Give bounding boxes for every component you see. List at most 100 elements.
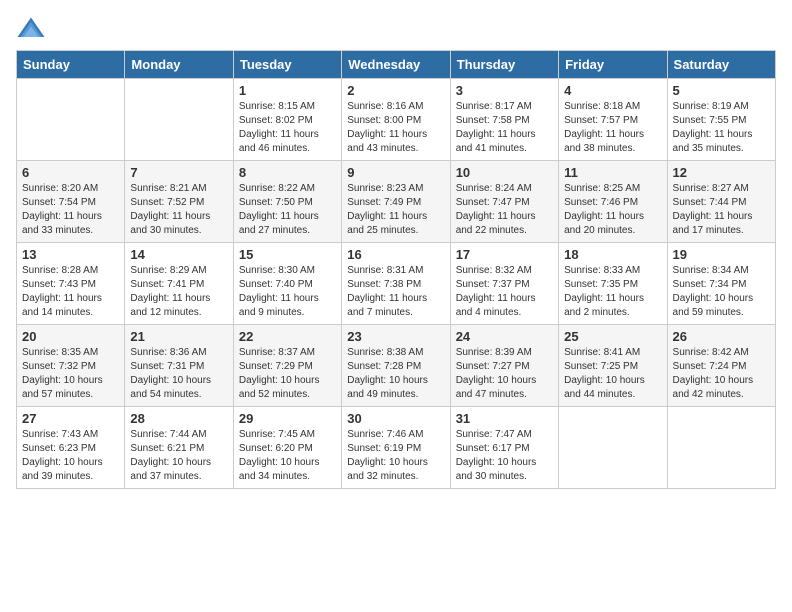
cell-info: Sunrise: 7:43 AM Sunset: 6:23 PM Dayligh…	[22, 428, 119, 484]
calendar-cell: 5 Sunrise: 8:19 AM Sunset: 7:55 PM Daylig…	[667, 79, 775, 161]
cell-info: Sunrise: 8:38 AM Sunset: 7:28 PM Dayligh…	[347, 346, 444, 402]
cell-info: Sunrise: 8:29 AM Sunset: 7:41 PM Dayligh…	[130, 264, 227, 320]
day-number: 2	[347, 83, 444, 98]
cell-info: Sunrise: 8:33 AM Sunset: 7:35 PM Dayligh…	[564, 264, 661, 320]
cell-info: Sunrise: 8:16 AM Sunset: 8:00 PM Dayligh…	[347, 100, 444, 156]
calendar-cell: 9 Sunrise: 8:23 AM Sunset: 7:49 PM Daylig…	[342, 161, 450, 243]
day-number: 11	[564, 165, 661, 180]
day-number: 22	[239, 329, 336, 344]
calendar-cell: 21 Sunrise: 8:36 AM Sunset: 7:31 PM Dayli…	[125, 325, 233, 407]
weekday-row: SundayMondayTuesdayWednesdayThursdayFrid…	[17, 51, 776, 79]
weekday-header-wednesday: Wednesday	[342, 51, 450, 79]
cell-info: Sunrise: 7:44 AM Sunset: 6:21 PM Dayligh…	[130, 428, 227, 484]
cell-info: Sunrise: 8:23 AM Sunset: 7:49 PM Dayligh…	[347, 182, 444, 238]
cell-info: Sunrise: 8:24 AM Sunset: 7:47 PM Dayligh…	[456, 182, 553, 238]
calendar-cell: 31 Sunrise: 7:47 AM Sunset: 6:17 PM Dayli…	[450, 407, 558, 489]
day-number: 15	[239, 247, 336, 262]
calendar-cell: 28 Sunrise: 7:44 AM Sunset: 6:21 PM Dayli…	[125, 407, 233, 489]
calendar-cell: 24Sunrise: 8:39 AM Sunset: 7:27 PM Dayli…	[450, 325, 558, 407]
day-number: 5	[673, 83, 770, 98]
week-row-3: 13 Sunrise: 8:28 AM Sunset: 7:43 PM Dayli…	[17, 243, 776, 325]
day-number: 26	[673, 329, 770, 344]
cell-info: Sunrise: 8:32 AM Sunset: 7:37 PM Dayligh…	[456, 264, 553, 320]
page-header	[16, 16, 776, 40]
calendar-cell: 4 Sunrise: 8:18 AM Sunset: 7:57 PM Daylig…	[559, 79, 667, 161]
calendar-cell: 19Sunrise: 8:34 AM Sunset: 7:34 PM Dayli…	[667, 243, 775, 325]
day-number: 13	[22, 247, 119, 262]
cell-info: Sunrise: 8:42 AM Sunset: 7:24 PM Dayligh…	[673, 346, 770, 402]
day-number: 7	[130, 165, 227, 180]
day-number: 30	[347, 411, 444, 426]
calendar-header: SundayMondayTuesdayWednesdayThursdayFrid…	[17, 51, 776, 79]
cell-info: Sunrise: 8:25 AM Sunset: 7:46 PM Dayligh…	[564, 182, 661, 238]
day-number: 4	[564, 83, 661, 98]
calendar-cell: 13 Sunrise: 8:28 AM Sunset: 7:43 PM Dayli…	[17, 243, 125, 325]
calendar-cell: 26 Sunrise: 8:42 AM Sunset: 7:24 PM Dayli…	[667, 325, 775, 407]
logo	[16, 16, 50, 40]
calendar-cell: 20Sunrise: 8:35 AM Sunset: 7:32 PM Dayli…	[17, 325, 125, 407]
calendar-cell: 14Sunrise: 8:29 AM Sunset: 7:41 PM Dayli…	[125, 243, 233, 325]
calendar-cell: 27 Sunrise: 7:43 AM Sunset: 6:23 PM Dayli…	[17, 407, 125, 489]
cell-info: Sunrise: 8:19 AM Sunset: 7:55 PM Dayligh…	[673, 100, 770, 156]
cell-info: Sunrise: 7:47 AM Sunset: 6:17 PM Dayligh…	[456, 428, 553, 484]
day-number: 29	[239, 411, 336, 426]
calendar-cell: 29 Sunrise: 7:45 AM Sunset: 6:20 PM Dayli…	[233, 407, 341, 489]
calendar-cell	[125, 79, 233, 161]
weekday-header-tuesday: Tuesday	[233, 51, 341, 79]
weekday-header-saturday: Saturday	[667, 51, 775, 79]
calendar-body: 1 Sunrise: 8:15 AM Sunset: 8:02 PM Daylig…	[17, 79, 776, 489]
cell-info: Sunrise: 7:45 AM Sunset: 6:20 PM Dayligh…	[239, 428, 336, 484]
day-number: 1	[239, 83, 336, 98]
calendar-cell: 2 Sunrise: 8:16 AM Sunset: 8:00 PM Daylig…	[342, 79, 450, 161]
week-row-5: 27 Sunrise: 7:43 AM Sunset: 6:23 PM Dayli…	[17, 407, 776, 489]
calendar-cell: 15Sunrise: 8:30 AM Sunset: 7:40 PM Dayli…	[233, 243, 341, 325]
calendar-cell: 7 Sunrise: 8:21 AM Sunset: 7:52 PM Daylig…	[125, 161, 233, 243]
cell-info: Sunrise: 8:41 AM Sunset: 7:25 PM Dayligh…	[564, 346, 661, 402]
day-number: 16	[347, 247, 444, 262]
cell-info: Sunrise: 8:17 AM Sunset: 7:58 PM Dayligh…	[456, 100, 553, 156]
day-number: 10	[456, 165, 553, 180]
cell-info: Sunrise: 8:36 AM Sunset: 7:31 PM Dayligh…	[130, 346, 227, 402]
calendar-cell: 30 Sunrise: 7:46 AM Sunset: 6:19 PM Dayli…	[342, 407, 450, 489]
day-number: 6	[22, 165, 119, 180]
cell-info: Sunrise: 8:18 AM Sunset: 7:57 PM Dayligh…	[564, 100, 661, 156]
day-number: 25	[564, 329, 661, 344]
week-row-4: 20Sunrise: 8:35 AM Sunset: 7:32 PM Dayli…	[17, 325, 776, 407]
logo-icon	[16, 16, 46, 40]
cell-info: Sunrise: 8:31 AM Sunset: 7:38 PM Dayligh…	[347, 264, 444, 320]
cell-info: Sunrise: 8:15 AM Sunset: 8:02 PM Dayligh…	[239, 100, 336, 156]
day-number: 21	[130, 329, 227, 344]
calendar-cell: 10 Sunrise: 8:24 AM Sunset: 7:47 PM Dayli…	[450, 161, 558, 243]
calendar-cell: 3Sunrise: 8:17 AM Sunset: 7:58 PM Daylig…	[450, 79, 558, 161]
cell-info: Sunrise: 8:34 AM Sunset: 7:34 PM Dayligh…	[673, 264, 770, 320]
day-number: 28	[130, 411, 227, 426]
weekday-header-sunday: Sunday	[17, 51, 125, 79]
week-row-1: 1 Sunrise: 8:15 AM Sunset: 8:02 PM Daylig…	[17, 79, 776, 161]
cell-info: Sunrise: 8:37 AM Sunset: 7:29 PM Dayligh…	[239, 346, 336, 402]
day-number: 18	[564, 247, 661, 262]
weekday-header-thursday: Thursday	[450, 51, 558, 79]
cell-info: Sunrise: 8:22 AM Sunset: 7:50 PM Dayligh…	[239, 182, 336, 238]
day-number: 9	[347, 165, 444, 180]
cell-info: Sunrise: 8:21 AM Sunset: 7:52 PM Dayligh…	[130, 182, 227, 238]
calendar-cell	[559, 407, 667, 489]
calendar-cell: 22 Sunrise: 8:37 AM Sunset: 7:29 PM Dayli…	[233, 325, 341, 407]
calendar-cell: 8 Sunrise: 8:22 AM Sunset: 7:50 PM Daylig…	[233, 161, 341, 243]
calendar-cell: 11 Sunrise: 8:25 AM Sunset: 7:46 PM Dayli…	[559, 161, 667, 243]
calendar-cell: 12 Sunrise: 8:27 AM Sunset: 7:44 PM Dayli…	[667, 161, 775, 243]
cell-info: Sunrise: 8:28 AM Sunset: 7:43 PM Dayligh…	[22, 264, 119, 320]
day-number: 12	[673, 165, 770, 180]
day-number: 17	[456, 247, 553, 262]
day-number: 31	[456, 411, 553, 426]
day-number: 8	[239, 165, 336, 180]
cell-info: Sunrise: 8:35 AM Sunset: 7:32 PM Dayligh…	[22, 346, 119, 402]
cell-info: Sunrise: 8:27 AM Sunset: 7:44 PM Dayligh…	[673, 182, 770, 238]
day-number: 27	[22, 411, 119, 426]
day-number: 24	[456, 329, 553, 344]
day-number: 23	[347, 329, 444, 344]
calendar-table: SundayMondayTuesdayWednesdayThursdayFrid…	[16, 50, 776, 489]
calendar-cell: 25 Sunrise: 8:41 AM Sunset: 7:25 PM Dayli…	[559, 325, 667, 407]
cell-info: Sunrise: 8:20 AM Sunset: 7:54 PM Dayligh…	[22, 182, 119, 238]
calendar-cell	[667, 407, 775, 489]
cell-info: Sunrise: 7:46 AM Sunset: 6:19 PM Dayligh…	[347, 428, 444, 484]
